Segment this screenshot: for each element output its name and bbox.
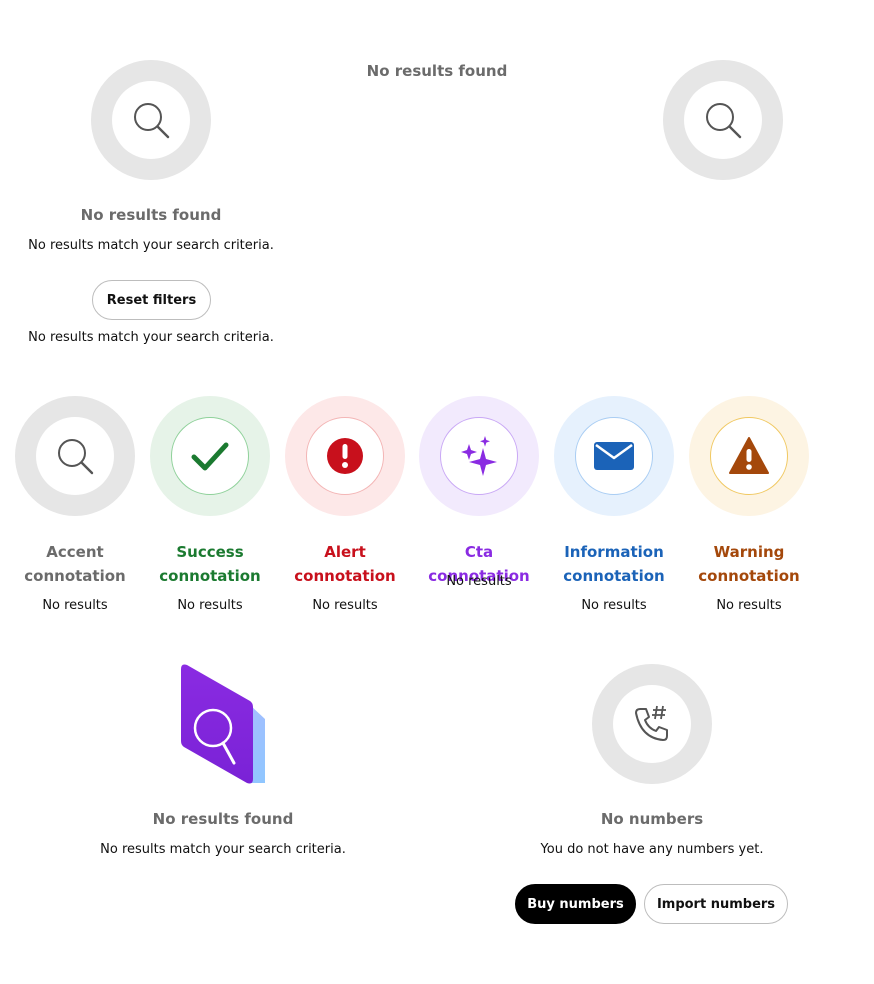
success-connotation-subtitle: No results [177, 598, 243, 613]
empty-state-title: No results found [152, 810, 294, 828]
alert-connotation-title: Alert connotation [294, 543, 396, 585]
numbers-empty-description: You do not have any numbers yet. [540, 842, 764, 857]
warning-connotation-inner [710, 417, 788, 495]
alert-connotation-illustration [285, 396, 405, 516]
numbers-empty-title: No numbers [600, 810, 704, 828]
warning-connotation-title: Warning connotation [698, 543, 800, 585]
numbers-empty-illustration [592, 664, 712, 784]
accent-connotation-title: Accent connotation [24, 543, 126, 585]
success-connotation-illustration [150, 396, 270, 516]
empty-state-title-text-only: No results found [366, 62, 508, 80]
envelope-icon [594, 442, 634, 470]
empty-state-search-illustration [91, 60, 211, 180]
empty-state-description: No results match your search criteria. [28, 238, 274, 253]
empty-state-search-inner [112, 81, 190, 159]
empty-state-search-inner [684, 81, 762, 159]
sparkles-icon [461, 436, 497, 476]
warning-connotation-illustration [689, 396, 809, 516]
search-icon [58, 439, 94, 475]
accent-connotation-inner [36, 417, 114, 495]
cta-connotation-inner [440, 417, 518, 495]
accent-connotation-subtitle: No results [42, 598, 108, 613]
information-connotation-illustration [554, 396, 674, 516]
alert-connotation-subtitle: No results [312, 598, 378, 613]
warning-icon [729, 437, 769, 474]
information-connotation-subtitle: No results [581, 598, 647, 613]
empty-state-footer-description: No results match your search criteria. [28, 330, 274, 345]
buy-numbers-button[interactable]: Buy numbers [515, 884, 636, 924]
success-connotation-title: Success connotation [159, 543, 261, 585]
import-numbers-button[interactable]: Import numbers [644, 884, 788, 924]
phone-hash-icon [635, 705, 668, 741]
cta-connotation-subtitle: No results [446, 574, 512, 589]
empty-state-title: No results found [80, 206, 222, 224]
information-connotation-inner [575, 417, 653, 495]
alert-connotation-inner [306, 417, 384, 495]
accent-connotation-illustration [15, 396, 135, 516]
information-connotation-title: Information connotation [563, 543, 665, 585]
success-connotation-inner [171, 417, 249, 495]
empty-state-search-illustration-icon-only [663, 60, 783, 180]
reset-filters-button[interactable]: Reset filters [92, 280, 211, 320]
empty-state-description: No results match your search criteria. [100, 842, 346, 857]
warning-connotation-subtitle: No results [716, 598, 782, 613]
numbers-empty-inner [613, 685, 691, 763]
cta-connotation-illustration [419, 396, 539, 516]
search-icon [134, 103, 170, 139]
search-3d-illustration [181, 664, 265, 784]
checkmark-icon [191, 442, 229, 471]
alert-icon [327, 438, 363, 474]
search-icon [706, 103, 742, 139]
